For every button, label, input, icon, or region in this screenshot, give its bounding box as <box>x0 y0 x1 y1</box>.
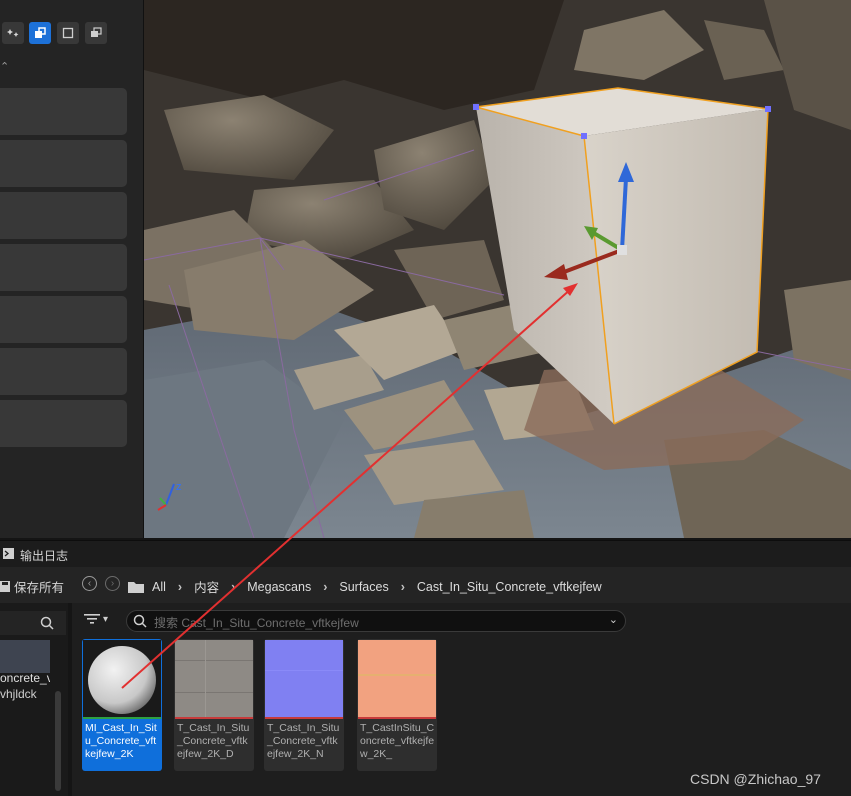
asset-name: T_Cast_In_Situ_Concrete_vftkejfew_2K_D <box>177 722 250 760</box>
chevron-down-icon[interactable]: ⌄ <box>609 613 618 626</box>
output-log-label: 输出日志 <box>20 549 69 563</box>
arrow-right-icon: › <box>110 577 115 589</box>
property-row[interactable] <box>0 400 127 447</box>
breadcrumb-item[interactable]: All <box>152 580 166 594</box>
search-placeholder: 搜索 Cast_In_Situ_Concrete_vftkejfew <box>154 616 359 630</box>
property-row[interactable] <box>0 296 127 343</box>
breadcrumb-item[interactable]: Megascans <box>247 580 311 594</box>
page-icon <box>62 27 74 39</box>
forward-button[interactable]: › <box>105 576 120 591</box>
folder-item[interactable]: oncrete_v <box>0 671 50 685</box>
texture-orm-thumbnail <box>358 640 436 718</box>
property-row[interactable] <box>0 192 127 239</box>
details-toolbar <box>0 22 143 50</box>
chevron-right-icon: › <box>231 579 236 594</box>
asset-tile[interactable]: T_CastInSitu_Concrete_vftkejfew_2K_ <box>357 639 437 771</box>
level-viewport[interactable]: z <box>144 0 851 538</box>
search-icon <box>40 616 54 630</box>
chevron-right-icon: › <box>177 579 183 594</box>
sources-panel: oncrete_v vhjldck <box>0 603 68 796</box>
asset-tile[interactable]: T_Cast_In_Situ_Concrete_vftkejfew_2K_D <box>174 639 254 771</box>
content-browser-toolbar: 保存所有 ‹ › All › 内容 › Megascans › Surfaces… <box>0 567 851 603</box>
property-row[interactable] <box>0 140 127 187</box>
asset-name: T_CastInSitu_Concrete_vftkejfew_2K_ <box>360 722 435 760</box>
asset-type-stripe <box>265 717 343 719</box>
property-row[interactable] <box>0 88 127 135</box>
collapse-caret-icon: ⌃ <box>0 61 10 73</box>
search-icon <box>133 614 147 628</box>
layers-button[interactable] <box>85 22 107 44</box>
sources-search[interactable] <box>0 611 66 635</box>
texture-diffuse-thumbnail <box>175 640 253 718</box>
blueprint-icon <box>35 27 46 38</box>
selected-folder-highlight[interactable] <box>0 640 50 673</box>
chevron-down-icon: ▾ <box>103 613 109 625</box>
breadcrumb-item[interactable]: Surfaces <box>339 580 388 594</box>
asset-type-stripe <box>358 717 436 719</box>
breadcrumb-item[interactable]: Cast_In_Situ_Concrete_vftkejfew <box>417 580 602 594</box>
details-panel: ⌃ <box>0 0 144 538</box>
watermark: CSDN @Zhichao_97 <box>690 771 821 787</box>
blueprint-button[interactable] <box>29 22 51 44</box>
folder-item[interactable]: vhjldck <box>0 687 37 701</box>
texture-normal-thumbnail <box>265 640 343 718</box>
asset-tile[interactable]: T_Cast_In_Situ_Concrete_vftkejfew_2K_N <box>264 639 344 771</box>
output-log-tab[interactable]: 输出日志 <box>0 540 851 567</box>
back-button[interactable]: ‹ <box>82 576 97 591</box>
filter-icon <box>84 614 100 624</box>
axis-z-label: z <box>176 481 182 493</box>
terminal-icon <box>3 548 14 559</box>
breadcrumb-item[interactable]: 内容 <box>194 577 219 596</box>
save-icon <box>0 581 10 592</box>
content-browser: oncrete_v vhjldck ▾ 搜索 Cast_In_Situ_Conc… <box>0 603 851 796</box>
asset-type-stripe <box>83 717 161 719</box>
save-all-label: 保存所有 <box>14 581 65 595</box>
filter-button[interactable]: ▾ <box>84 613 108 625</box>
asset-tile[interactable]: MI_Cast_In_Situ_Concrete_vftkejfew_2K <box>82 639 162 771</box>
chevron-right-icon: › <box>400 579 405 594</box>
layers-icon <box>91 27 102 37</box>
arrow-left-icon: ‹ <box>87 577 92 589</box>
property-row[interactable] <box>0 348 127 395</box>
magic-select-button[interactable] <box>2 22 24 44</box>
asset-type-stripe <box>175 717 253 719</box>
asset-view: ▾ 搜索 Cast_In_Situ_Concrete_vftkejfew ⌄ M… <box>72 603 851 796</box>
asset-name: MI_Cast_In_Situ_Concrete_vftkejfew_2K <box>85 722 157 760</box>
breadcrumb: All › 内容 › Megascans › Surfaces › Cast_I… <box>128 577 602 596</box>
asset-search-input[interactable]: 搜索 Cast_In_Situ_Concrete_vftkejfew ⌄ <box>126 610 626 632</box>
property-row[interactable] <box>0 244 127 291</box>
material-sphere-thumbnail <box>83 640 161 718</box>
sparkle-icon <box>7 29 19 37</box>
sources-scrollbar[interactable] <box>55 691 61 791</box>
save-all-button[interactable]: 保存所有 <box>0 577 64 596</box>
single-page-button[interactable] <box>57 22 79 44</box>
chevron-right-icon: › <box>323 579 328 594</box>
asset-name: T_Cast_In_Situ_Concrete_vftkejfew_2K_N <box>267 722 340 760</box>
folder-icon <box>128 581 144 593</box>
